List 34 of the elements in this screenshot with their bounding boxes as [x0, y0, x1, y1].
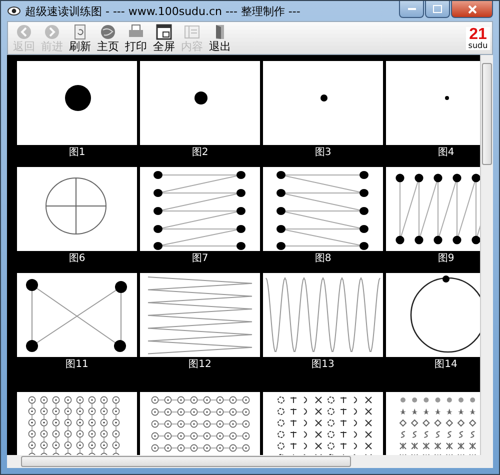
list-icon	[184, 24, 200, 40]
figure-caption: 图11	[66, 358, 88, 372]
window-title: 超级速读训练图 - --- www.100sudu.cn --- 整理制作 ---	[25, 4, 302, 18]
refresh-icon	[72, 24, 88, 40]
vertical-scrollbar[interactable]	[480, 55, 493, 455]
figure-caption: 图8	[314, 252, 332, 266]
eye-icon	[7, 5, 21, 17]
figure-caption: 图4	[438, 146, 454, 160]
printer-icon	[128, 24, 144, 40]
toolbar-button[interactable]: 刷新	[66, 24, 94, 52]
globe-icon	[100, 24, 116, 40]
close-button[interactable]	[451, 1, 493, 18]
figure-caption: 图6	[68, 252, 86, 266]
maximize-icon	[433, 5, 442, 13]
toolbar-button[interactable]: 全屏	[150, 24, 178, 52]
figure-caption: 图2	[192, 146, 208, 160]
figure-caption: 图12	[188, 358, 212, 372]
figure-caption: 图3	[314, 146, 332, 160]
figure-caption: 图13	[312, 358, 334, 372]
logo-word: sudu	[468, 42, 488, 50]
minimize-button[interactable]	[399, 1, 424, 18]
close-icon	[468, 4, 476, 14]
figure-caption: 图1	[68, 146, 86, 160]
toolbar-button[interactable]: 主页	[94, 24, 122, 52]
horizontal-scrollbar[interactable]	[7, 455, 493, 468]
figure-caption: 图7	[192, 252, 208, 266]
figure-caption: 图9	[438, 252, 454, 266]
maximize-button[interactable]	[425, 1, 450, 18]
minimize-icon	[408, 8, 416, 10]
window-icon	[156, 24, 172, 40]
toolbar-button[interactable]: 打印	[122, 24, 150, 52]
toolbar-button[interactable]: 退出	[206, 24, 234, 52]
logo-number: 21	[469, 26, 487, 42]
figure-caption: 图14	[434, 358, 458, 372]
